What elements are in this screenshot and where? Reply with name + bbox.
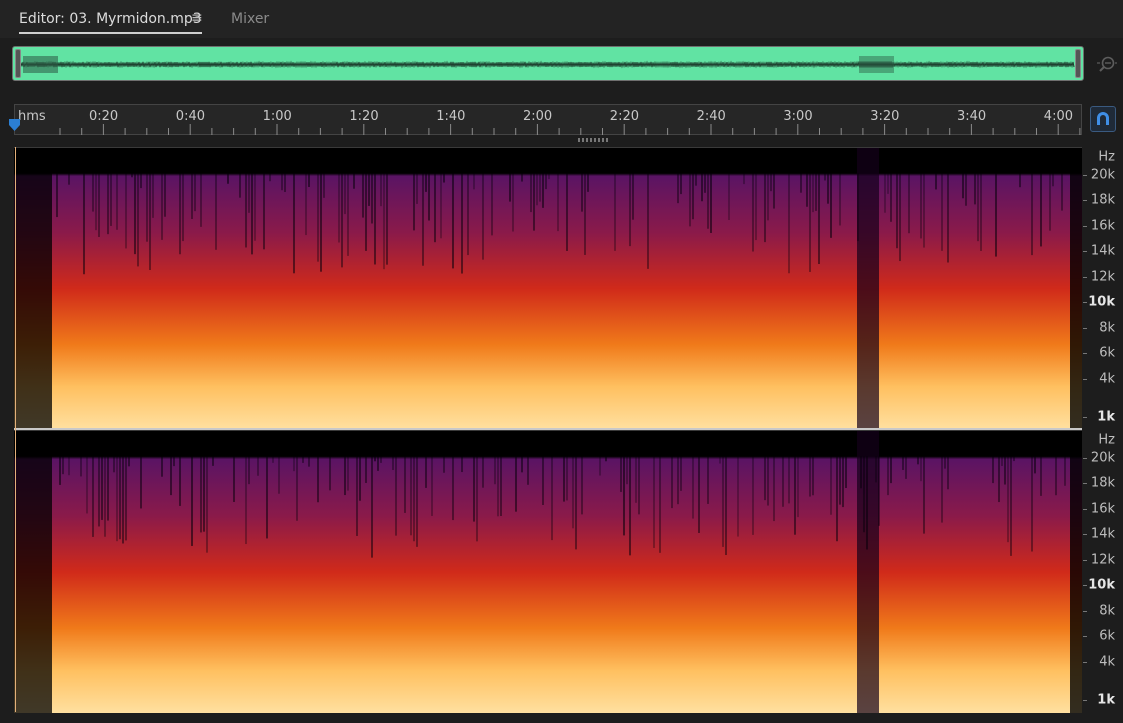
playhead-line [15, 147, 16, 712]
spectrogram-left-image [14, 148, 1082, 429]
frequency-tick [1083, 585, 1087, 586]
ruler-label: 3:40 [957, 109, 986, 124]
frequency-label: 18k [1091, 193, 1115, 208]
snap-button[interactable] [1090, 106, 1116, 132]
splitter-grip[interactable] [578, 138, 608, 142]
frequency-label: 12k [1091, 553, 1115, 568]
frequency-axis-right: Hz 20k 18k 16k 14k 12k 10k 8k 6k 4k 1k [1083, 430, 1123, 712]
frequency-label: 18k [1091, 476, 1115, 491]
ruler-label: 2:40 [697, 109, 726, 124]
frequency-label: 12k [1091, 270, 1115, 285]
frequency-tick [1083, 175, 1087, 176]
ruler-label: 0:20 [89, 109, 118, 124]
overview-right-handle[interactable] [1075, 49, 1081, 78]
frequency-tick [1083, 200, 1087, 201]
frequency-label: 1k [1097, 410, 1115, 425]
ruler-label: 1:40 [436, 109, 465, 124]
tab-menu-icon[interactable]: ≡ [191, 10, 203, 26]
frequency-tick [1083, 353, 1087, 354]
frequency-label: 1k [1097, 693, 1115, 708]
frequency-tick [1083, 509, 1087, 510]
tab-editor-label: Editor: 03. Myrmidon.mp3 [19, 11, 202, 27]
frequency-label: 14k [1091, 244, 1115, 259]
spectrogram-right-image [14, 431, 1082, 713]
frequency-label: 8k [1099, 604, 1115, 619]
ruler-label: 1:00 [263, 109, 292, 124]
frequency-label: 20k [1091, 168, 1115, 183]
frequency-tick [1083, 328, 1087, 329]
frequency-label: 16k [1091, 219, 1115, 234]
panel-tab-bar: Editor: 03. Myrmidon.mp3 ≡ Mixer [0, 0, 1123, 38]
frequency-label: 6k [1099, 346, 1115, 361]
frequency-tick [1083, 226, 1087, 227]
magnet-icon [1091, 107, 1115, 131]
frequency-tick [1083, 379, 1087, 380]
frequency-unit-label: Hz [1098, 150, 1115, 165]
frequency-tick [1083, 534, 1087, 535]
active-tab-underline [19, 32, 202, 34]
frequency-label: 20k [1091, 451, 1115, 466]
frequency-label: 4k [1099, 372, 1115, 387]
ruler-label: 2:00 [523, 109, 552, 124]
playhead-marker-icon[interactable] [8, 118, 21, 132]
ruler-label: 2:20 [610, 109, 639, 124]
spectrogram-left-channel[interactable] [14, 147, 1082, 429]
ruler-label: 1:20 [349, 109, 378, 124]
frequency-tick [1083, 277, 1087, 278]
ruler-label: 3:00 [783, 109, 812, 124]
zoom-icon[interactable] [1096, 53, 1118, 75]
frequency-tick [1083, 700, 1087, 701]
waveform-overview[interactable] [12, 46, 1084, 81]
overview-waveform [13, 47, 1084, 81]
ruler-label: 3:20 [870, 109, 899, 124]
frequency-tick [1083, 251, 1087, 252]
frequency-label: 4k [1099, 655, 1115, 670]
spectrogram-right-channel[interactable] [14, 430, 1082, 713]
frequency-label: 14k [1091, 527, 1115, 542]
frequency-tick [1083, 662, 1087, 663]
frequency-label: 16k [1091, 502, 1115, 517]
tab-mixer[interactable]: Mixer [231, 11, 269, 27]
frequency-tick [1083, 483, 1087, 484]
frequency-label: 6k [1099, 629, 1115, 644]
frequency-tick [1083, 636, 1087, 637]
timeline-ruler[interactable]: hms 0:20 0:40 1:00 1:20 1:40 2:00 2:20 2:40 3:00… [14, 104, 1082, 135]
frequency-unit-label: Hz [1098, 433, 1115, 448]
frequency-tick [1083, 611, 1087, 612]
ruler-label: 4:00 [1044, 109, 1073, 124]
frequency-label: 10k [1088, 578, 1115, 593]
ruler-unit-label: hms [18, 109, 46, 124]
frequency-tick [1083, 417, 1087, 418]
overview-left-handle[interactable] [15, 49, 21, 78]
frequency-tick [1083, 458, 1087, 459]
ruler-label: 0:40 [176, 109, 205, 124]
frequency-label: 10k [1088, 295, 1115, 310]
tab-editor[interactable]: Editor: 03. Myrmidon.mp3 [19, 11, 202, 27]
tab-mixer-label: Mixer [231, 11, 269, 27]
frequency-label: 8k [1099, 321, 1115, 336]
frequency-tick [1083, 560, 1087, 561]
frequency-tick [1083, 302, 1087, 303]
frequency-axis-left: Hz 20k 18k 16k 14k 12k 10k 8k 6k 4k 1k [1083, 147, 1123, 428]
